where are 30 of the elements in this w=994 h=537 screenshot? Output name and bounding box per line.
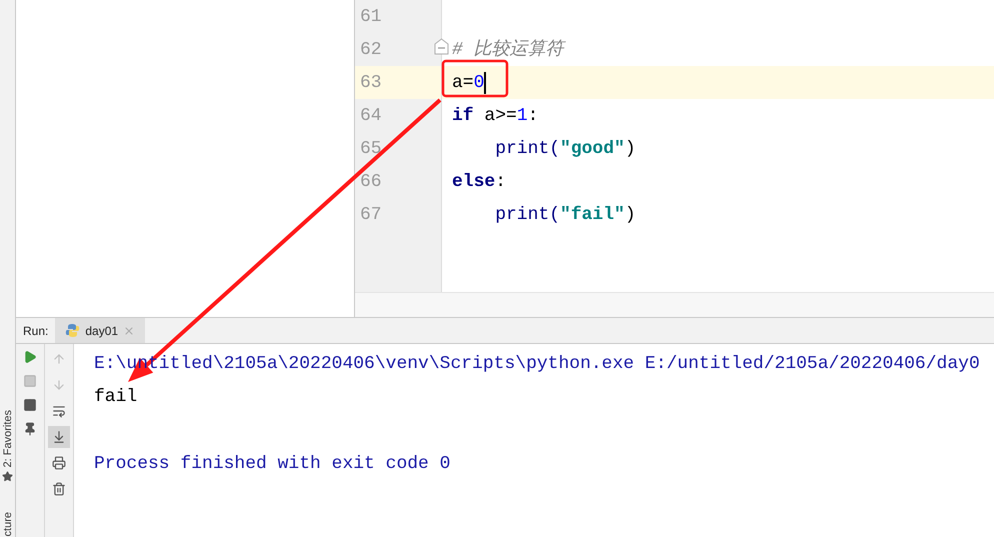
code-line: if a>=1: xyxy=(452,104,538,126)
pin-icon[interactable] xyxy=(23,422,37,436)
line-number: 63 xyxy=(360,72,382,92)
side-tab[interactable]: 2: Favorites xyxy=(0,410,14,468)
line-number: 64 xyxy=(360,106,382,126)
text-caret xyxy=(484,72,486,94)
line-number: 65 xyxy=(360,138,382,158)
line-number: 62 xyxy=(360,40,382,60)
highlight-rectangle xyxy=(442,60,508,98)
wrap-icon[interactable] xyxy=(52,404,66,418)
line-number: 61 xyxy=(360,6,382,26)
code-line: else: xyxy=(452,170,506,192)
code-line: print("fail") xyxy=(494,204,636,226)
run-tab[interactable]: day01 xyxy=(55,318,146,343)
run-label: Run: xyxy=(22,322,50,340)
horizontal-scrollbar[interactable] xyxy=(355,292,994,317)
line-number: 67 xyxy=(360,204,382,224)
side-tab[interactable]: cture xyxy=(0,512,14,536)
run-icon[interactable] xyxy=(23,350,37,364)
python-icon xyxy=(65,323,80,338)
star-icon xyxy=(2,470,13,482)
code-line: a=0 xyxy=(452,72,484,94)
scroll-to-end-icon[interactable] xyxy=(52,430,66,444)
code-line: # 比较运算符 xyxy=(452,38,564,60)
console-line: fail xyxy=(94,386,138,409)
trash-icon[interactable] xyxy=(52,482,66,496)
print-icon[interactable] xyxy=(52,456,66,470)
line-number: 66 xyxy=(360,172,382,192)
code-line: print("good") xyxy=(494,138,636,160)
console-line: Process finished with exit code 0 xyxy=(94,453,452,476)
